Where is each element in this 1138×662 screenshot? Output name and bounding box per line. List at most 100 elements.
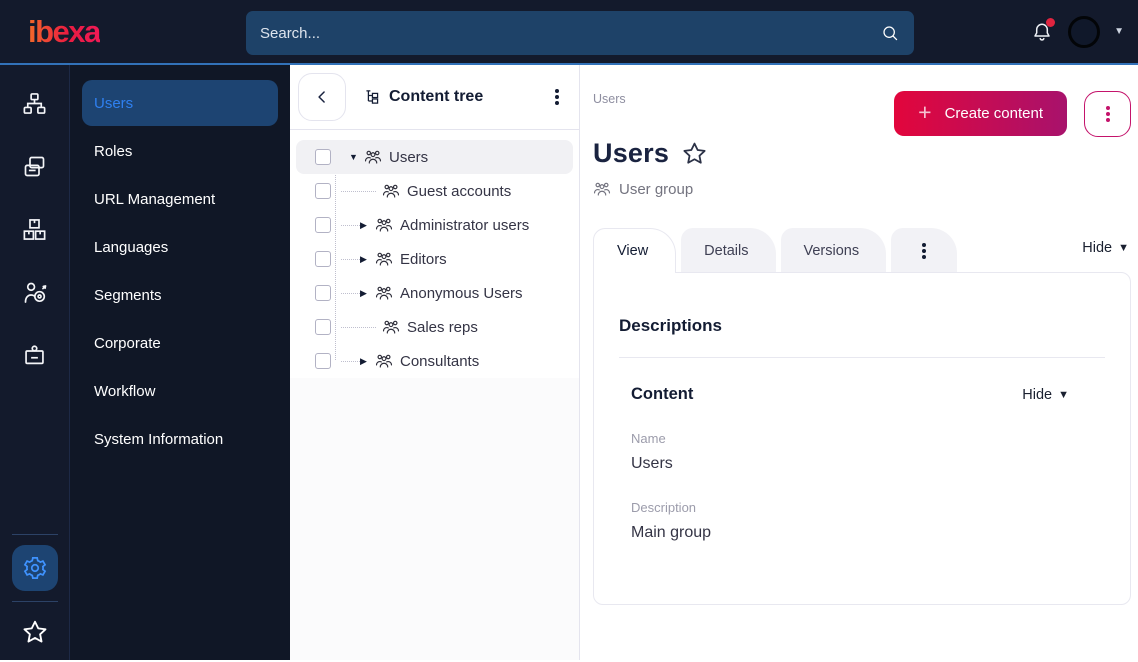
sidebar-item-roles[interactable]: Roles — [82, 128, 278, 174]
user-group-icon — [375, 250, 393, 268]
icon-rail — [0, 65, 70, 660]
tab-more[interactable] — [891, 228, 958, 273]
header-actions: + Create content — [894, 91, 1131, 137]
id-badge-icon[interactable] — [21, 342, 48, 369]
user-group-icon — [375, 216, 393, 234]
favorite-star-icon[interactable] — [681, 140, 708, 167]
tab-versions[interactable]: Versions — [780, 228, 887, 273]
descriptions-heading: Descriptions — [619, 316, 722, 335]
caret-down-icon: ▼ — [1118, 241, 1129, 254]
ibexa-logo[interactable]: ibexa — [28, 14, 101, 50]
sidebar-item-languages[interactable]: Languages — [82, 224, 278, 270]
sidebar-item-workflow[interactable]: Workflow — [82, 368, 278, 414]
user-group-icon — [382, 182, 400, 200]
hide-tabs-link[interactable]: Hide ▼ — [1082, 240, 1129, 256]
user-group-icon — [375, 284, 393, 302]
more-options-button[interactable] — [1084, 91, 1131, 137]
user-group-icon — [382, 318, 400, 336]
hide-label: Hide — [1022, 386, 1053, 403]
hide-section-link[interactable]: Hide ▼ — [1022, 387, 1069, 403]
tree-item-users[interactable]: ▼ Users — [296, 140, 573, 174]
content-section: Content Hide ▼ Name Users Description Ma… — [619, 385, 1105, 542]
tree-item-label: Editors — [400, 250, 447, 268]
sidebar-item-segments[interactable]: Segments — [82, 272, 278, 318]
expand-caret-icon[interactable]: ▶ — [360, 220, 375, 231]
content-tree-header: Content tree — [290, 65, 579, 129]
user-avatar[interactable] — [1068, 15, 1101, 48]
tree-checkbox[interactable] — [315, 319, 331, 335]
card-divider — [619, 357, 1105, 358]
kebab-icon — [922, 248, 927, 253]
tab-details[interactable]: Details — [681, 228, 776, 273]
create-content-button[interactable]: + Create content — [894, 91, 1067, 136]
settings-gear-icon — [23, 557, 46, 579]
hide-label: Hide — [1082, 239, 1113, 256]
notification-badge — [1046, 17, 1056, 27]
expand-caret-icon[interactable]: ▼ — [349, 152, 364, 162]
tree-checkbox[interactable] — [315, 251, 331, 267]
content-tree-body: ▼ Users Guest accounts ▶ Administrator u… — [290, 130, 579, 378]
sidebar-item-corporate[interactable]: Corporate — [82, 320, 278, 366]
admin-sidebar: Users Roles URL Management Languages Seg… — [70, 65, 290, 660]
kebab-icon — [1105, 112, 1110, 116]
top-bar: ibexa ▼ — [0, 0, 1138, 65]
view-card: Descriptions Content Hide ▼ Name Users D… — [593, 272, 1131, 605]
field-value-description: Main group — [631, 524, 712, 541]
content-tree-panel: Content tree ▼ Users Guest accounts ▶ Ad… — [290, 65, 580, 660]
user-group-icon — [364, 148, 382, 166]
admin-settings-tile[interactable] — [11, 545, 58, 591]
rail-divider — [11, 601, 58, 602]
user-menu-caret-icon[interactable]: ▼ — [1114, 26, 1124, 37]
tree-item-guest-accounts[interactable]: Guest accounts — [296, 174, 573, 208]
personalization-icon[interactable] — [21, 279, 48, 306]
expand-caret-icon[interactable]: ▶ — [360, 288, 375, 299]
tree-item-editors[interactable]: ▶ Editors — [296, 242, 573, 276]
caret-down-icon: ▼ — [1058, 388, 1069, 401]
content-section-title: Content — [631, 385, 694, 403]
tree-item-anonymous-users[interactable]: ▶ Anonymous Users — [296, 276, 573, 310]
content-tree-icon — [366, 90, 379, 104]
global-search[interactable] — [246, 11, 914, 55]
tree-item-label: Sales reps — [407, 318, 478, 336]
field-value-name: Users — [631, 455, 673, 472]
tree-checkbox[interactable] — [315, 183, 331, 199]
title-row: Users — [593, 138, 1131, 169]
tree-item-label: Guest accounts — [407, 182, 512, 200]
search-input[interactable] — [260, 24, 880, 42]
expand-caret-icon[interactable]: ▶ — [360, 254, 375, 265]
tree-checkbox[interactable] — [315, 217, 331, 233]
sitemap-icon[interactable] — [21, 90, 48, 117]
main-content: Users + Create content Users User group … — [580, 65, 1138, 660]
tree-item-administrator-users[interactable]: ▶ Administrator users — [296, 208, 573, 242]
rail-divider — [11, 534, 58, 535]
tab-view[interactable]: View — [593, 228, 677, 275]
pages-icon[interactable] — [21, 153, 48, 180]
plus-icon: + — [918, 99, 932, 125]
sidebar-item-url-management[interactable]: URL Management — [82, 176, 278, 222]
page-title: Users — [593, 138, 670, 168]
tabs-row: View Details Versions Hide ▼ — [593, 228, 1131, 275]
expand-caret-icon[interactable]: ▶ — [360, 356, 375, 367]
tree-item-label: Anonymous Users — [400, 284, 523, 302]
chevron-left-icon — [318, 91, 325, 103]
content-tree-title-label: Content tree — [389, 88, 484, 105]
content-type-row: User group — [593, 180, 1131, 198]
tree-item-label: Consultants — [400, 352, 480, 370]
collapse-tree-button[interactable] — [298, 73, 346, 121]
notifications-bell-icon[interactable] — [1030, 17, 1056, 44]
user-group-icon — [375, 352, 393, 370]
content-tree-title: Content tree — [363, 88, 483, 106]
user-group-icon — [593, 180, 611, 198]
product-catalog-icon[interactable] — [21, 216, 48, 243]
tree-item-label: Users — [389, 148, 429, 166]
tree-item-consultants[interactable]: ▶ Consultants — [296, 344, 573, 378]
tree-options-kebab-icon[interactable] — [549, 89, 565, 105]
tree-checkbox[interactable] — [315, 149, 331, 165]
tree-item-sales-reps[interactable]: Sales reps — [296, 310, 573, 344]
tree-checkbox[interactable] — [315, 285, 331, 301]
sidebar-item-system-information[interactable]: System Information — [82, 416, 278, 462]
sidebar-item-users[interactable]: Users — [82, 80, 278, 126]
search-icon[interactable] — [880, 23, 900, 43]
tree-checkbox[interactable] — [315, 353, 331, 369]
favorites-star-icon[interactable] — [21, 618, 49, 646]
